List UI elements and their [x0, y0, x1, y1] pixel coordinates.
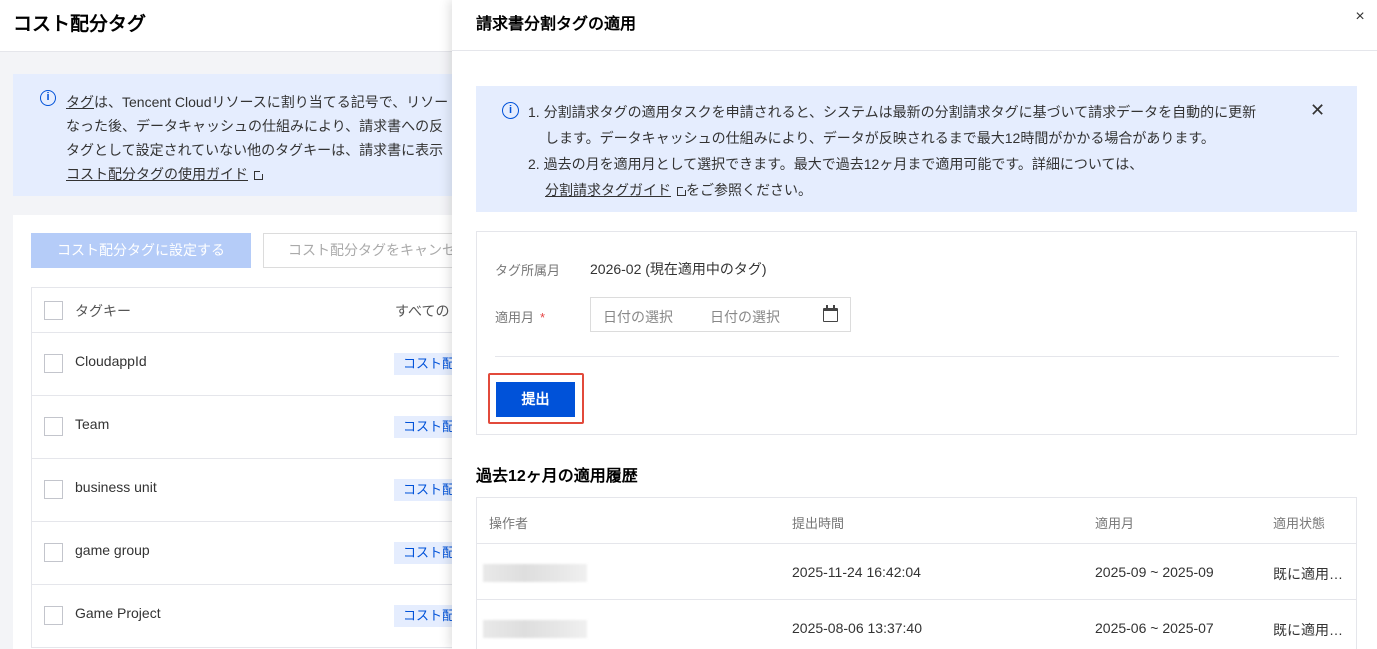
apply-status: 既に適用済み [1273, 622, 1349, 638]
notice-item-2-line-1: 2. 過去の月を適用月として選択できます。最大で過去12ヶ月まで適用可能です。詳… [528, 156, 1144, 172]
row-checkbox[interactable] [44, 417, 63, 436]
drawer-title: 請求書分割タグの適用 [476, 16, 637, 33]
tag-key: business unit [75, 479, 157, 495]
column-header-all: すべての [395, 303, 450, 319]
submitted-time: 2025-08-06 13:37:40 [792, 620, 922, 636]
table-row: business unit コスト配 [32, 459, 474, 522]
notice-text: 1. 分割請求タグの適用タスクを申請されると、システムは最新の分割請求タグに基づ… [528, 99, 1288, 203]
history-table-header: 操作者 提出時間 適用月 適用状態 [477, 498, 1356, 544]
info-line-3: タグとして設定されていない他のタグキーは、請求書に表示 [66, 142, 444, 158]
apply-months: 2025-09 ~ 2025-09 [1095, 564, 1214, 580]
redacted-operator [483, 564, 587, 582]
form-divider [495, 356, 1339, 357]
table-row: Game Project コスト配 [32, 585, 474, 648]
row-checkbox[interactable] [44, 606, 63, 625]
tag-month-label: タグ所属月 [495, 263, 561, 278]
submitted-time: 2025-11-24 16:42:04 [792, 564, 921, 580]
column-header-status: 適用状態 [1273, 516, 1326, 531]
tag-info-banner: i タグは、Tencent Cloudリソースに割り当てる記号で、リソー なった… [13, 74, 473, 196]
column-header-apply-month: 適用月 [1095, 516, 1135, 531]
tag-key: Game Project [75, 605, 161, 621]
info-icon: i [502, 102, 519, 119]
submit-button[interactable]: 提出 [496, 382, 575, 417]
redacted-operator [483, 620, 587, 638]
table-header: タグキー すべての [32, 288, 473, 333]
row-checkbox[interactable] [44, 480, 63, 499]
cancel-cost-tag-button[interactable]: コスト配分タグをキャンセ [263, 233, 473, 268]
date-range-picker[interactable]: 日付の選択 日付の選択 [590, 297, 851, 332]
info-line-1: は、Tencent Cloudリソースに割り当てる記号で、リソー [94, 94, 449, 110]
apply-form: タグ所属月 2026-02 (現在適用中のタグ) 適用月 * 日付の選択 日付の選… [476, 231, 1357, 435]
column-header-operator: 操作者 [489, 516, 529, 531]
tag-info-text: タグは、Tencent Cloudリソースに割り当てる記号で、リソー なった後、… [66, 90, 466, 186]
close-icon[interactable]: × [1352, 9, 1368, 25]
table-row: CloudappId コスト配 [32, 333, 474, 396]
info-icon: i [40, 90, 56, 106]
apply-status: 既に適用済み [1273, 566, 1349, 582]
notice-item-2-line-2: をご参照ください。 [686, 182, 812, 198]
drawer-header: 請求書分割タグの適用 × [452, 0, 1377, 51]
column-header-tag-key: タグキー [75, 303, 131, 319]
select-all-checkbox[interactable] [44, 301, 63, 320]
tag-key: Team [75, 416, 110, 432]
highlight-frame: 提出 [488, 373, 584, 424]
table-row: game group コスト配 [32, 522, 474, 585]
table-row: 2025-08-06 13:37:40 2025-06 ~ 2025-07 既に… [477, 600, 1356, 649]
row-checkbox[interactable] [44, 543, 63, 562]
history-title: 過去12ヶ月の適用履歴 [476, 468, 638, 485]
usage-guide-link[interactable]: コスト配分タグの使用ガイド [66, 166, 248, 182]
set-cost-tag-button[interactable]: コスト配分タグに設定する [31, 233, 251, 268]
notice-banner: i 1. 分割請求タグの適用タスクを申請されると、システムは最新の分割請求タグに… [476, 86, 1357, 212]
row-checkbox[interactable] [44, 354, 63, 373]
external-link-icon [677, 185, 687, 196]
date-start-input[interactable]: 日付の選択 [603, 307, 673, 327]
external-link-icon [254, 169, 264, 180]
table-row: 2025-11-24 16:42:04 2025-09 ~ 2025-09 既に… [477, 544, 1356, 600]
tag-key: game group [75, 542, 150, 558]
notice-item-1-line-2: します。データキャッシュの仕組みにより、データが反映されるまで最大12時間がかか… [545, 130, 1215, 146]
calendar-icon[interactable] [823, 305, 838, 322]
history-table: 操作者 提出時間 適用月 適用状態 2025-11-24 16:42:04 20… [476, 497, 1357, 649]
table-row: Team コスト配 [32, 396, 474, 459]
apply-month-label-text: 適用月 [495, 310, 535, 325]
tag-key: CloudappId [75, 353, 147, 369]
page-title: コスト配分タグ [13, 14, 147, 35]
date-end-input[interactable]: 日付の選択 [710, 307, 780, 327]
column-header-submitted: 提出時間 [792, 516, 845, 531]
tag-month-value: 2026-02 (現在適用中のタグ) [590, 261, 767, 277]
apply-month-label: 適用月 * [495, 307, 545, 326]
notice-item-1-line-1: 1. 分割請求タグの適用タスクを申請されると、システムは最新の分割請求タグに基づ… [528, 104, 1257, 120]
apply-months: 2025-06 ~ 2025-07 [1095, 620, 1214, 636]
required-mark: * [540, 310, 546, 325]
notice-close-icon[interactable]: ✕ [1310, 101, 1325, 119]
info-line-2: なった後、データキャッシュの仕組みにより、請求書への反 [66, 118, 444, 134]
tag-link[interactable]: タグ [66, 94, 94, 110]
split-tag-guide-link[interactable]: 分割請求タグガイド [545, 182, 671, 198]
apply-split-tag-drawer: 請求書分割タグの適用 × i 1. 分割請求タグの適用タスクを申請されると、シス… [452, 0, 1377, 649]
tag-table: タグキー すべての CloudappId コスト配 Team コスト配 busi… [31, 287, 474, 648]
